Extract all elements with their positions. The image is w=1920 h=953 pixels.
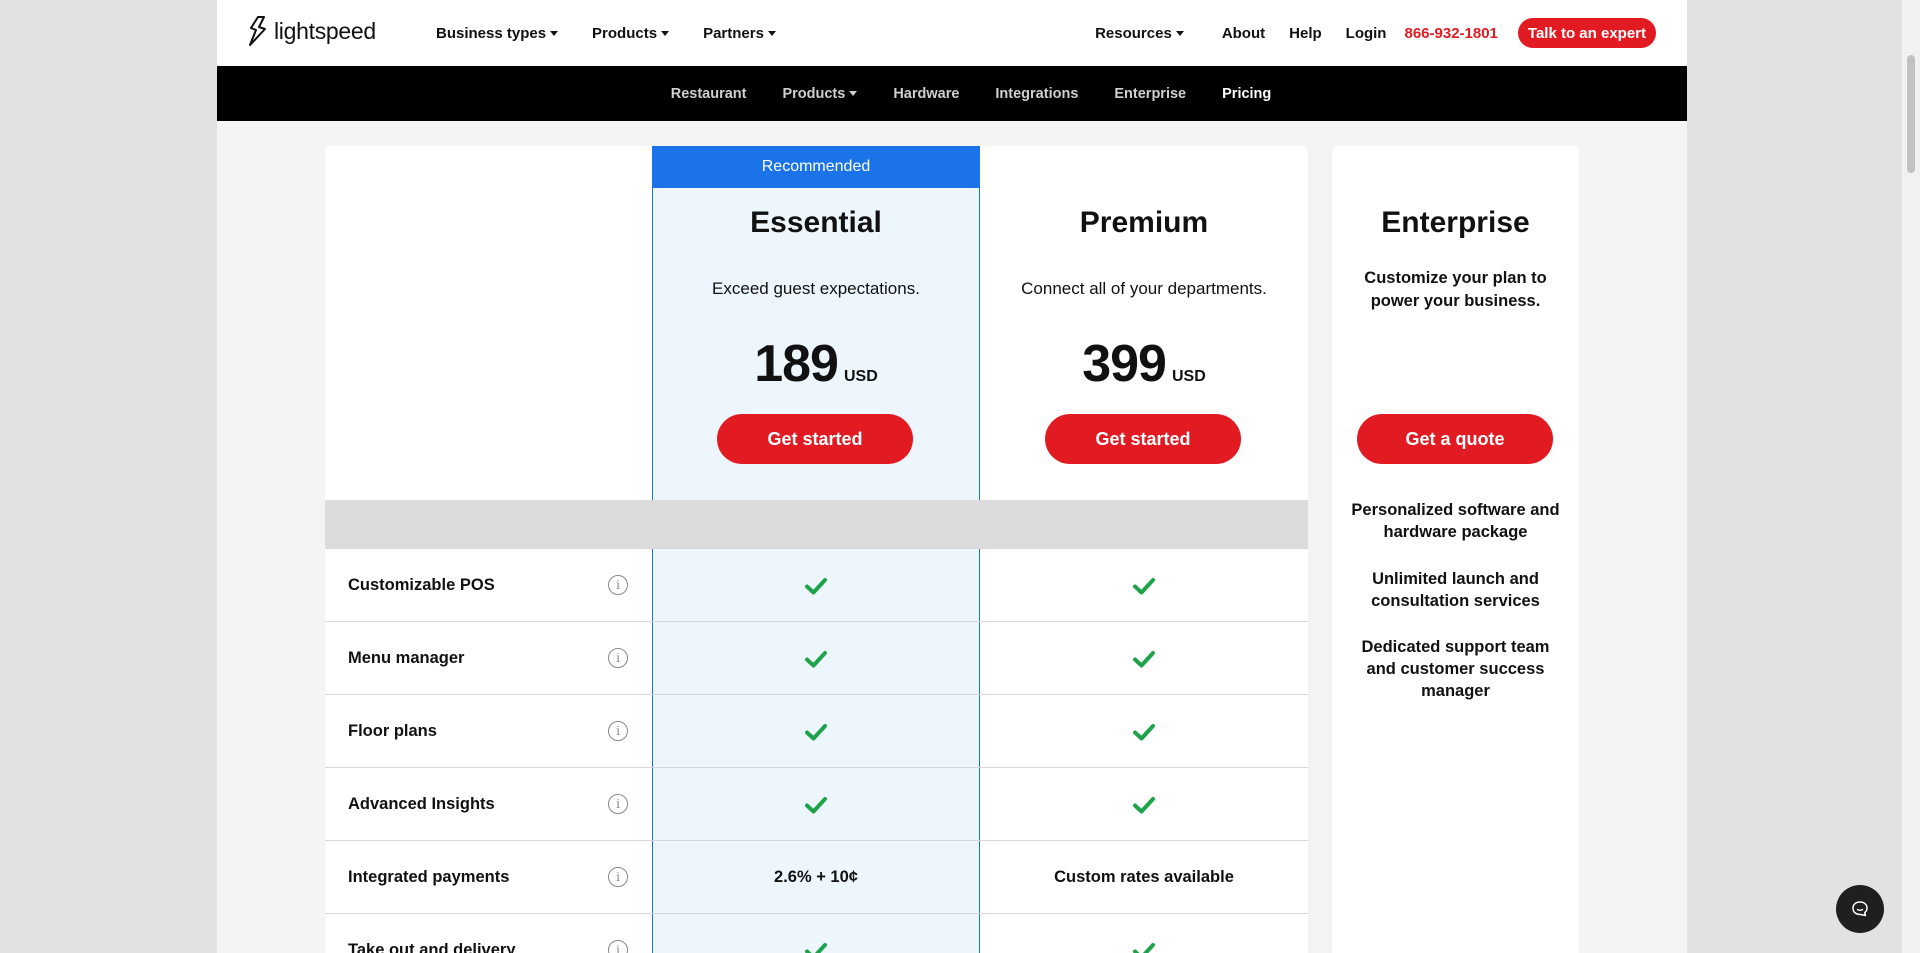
chevron-down-icon [849,91,858,96]
info-icon[interactable]: i [608,867,628,887]
check-icon [805,723,827,740]
subnav-pricing[interactable]: Pricing [1222,86,1271,102]
premium-feature-cell [980,768,1308,841]
table-row: Floor plans i [325,694,1308,767]
chevron-down-icon [550,30,559,36]
essential-plan-price: 189 USD [652,334,980,394]
premium-plan-name: Premium [1079,206,1209,239]
nav-about[interactable]: About [1222,25,1265,42]
check-icon [805,650,827,667]
nav-resources-label: Resources [1095,24,1172,42]
info-icon[interactable]: i [608,940,628,953]
enterprise-plan-name: Enterprise [1381,206,1530,239]
feature-label: Take out and delivery [348,941,516,953]
feature-label: Advanced Insights [348,795,495,813]
subnav-products[interactable]: Products [782,85,858,102]
check-icon [805,942,827,953]
check-icon [805,577,827,594]
enterprise-plan-tagline: Customize your plan to power your busine… [1364,269,1547,310]
get-a-quote-button[interactable]: Get a quote [1357,414,1553,464]
table-row: Customizable POS i [325,548,1308,621]
enterprise-card: Enterprise Customize your plan to power … [1332,146,1579,953]
secondary-nav: Resources About Help Login 866-932-1801 … [1095,0,1656,66]
pricing-table: Recommended Essential Exceed guest expec… [325,146,1308,953]
subnav-restaurant[interactable]: Restaurant [671,86,747,102]
flame-logo-icon [249,16,266,46]
enterprise-feature: Unlimited launch and consultation servic… [1371,570,1540,610]
premium-plan-tagline: Connect all of your departments. [1021,279,1267,298]
info-icon[interactable]: i [608,648,628,668]
check-icon [1133,796,1155,813]
page: lightspeed Business types Products Partn… [217,0,1687,953]
info-icon[interactable]: i [608,794,628,814]
talk-to-expert-button[interactable]: Talk to an expert [1517,18,1656,48]
premium-feature-cell: Custom rates available [1054,868,1234,886]
subnav-integrations[interactable]: Integrations [995,86,1078,102]
nav-login[interactable]: Login [1346,25,1387,42]
nav-products-label: Products [592,24,658,42]
info-icon[interactable]: i [608,575,628,595]
nav-partners[interactable]: Partners [703,25,776,42]
chevron-down-icon [1175,30,1184,36]
nav-resources[interactable]: Resources [1095,25,1184,42]
premium-feature-cell [980,695,1308,768]
essential-feature-cell [652,549,980,622]
check-icon [805,796,827,813]
nav-business-types-label: Business types [436,24,547,42]
logo-text: lightspeed [274,17,376,44]
scrollbar-thumb[interactable] [1907,55,1915,173]
essential-get-started-button[interactable]: Get started [717,414,913,464]
premium-feature-cell [980,622,1308,695]
nav-business-types[interactable]: Business types [436,24,559,42]
essential-feature-cell [652,695,980,768]
sub-nav: Restaurant Products Hardware Integration… [217,66,1687,121]
chat-icon [1852,901,1868,917]
subnav-products-label: Products [782,85,846,102]
table-row: Take out and delivery i [325,913,1308,953]
lightspeed-logo[interactable]: lightspeed [248,16,376,46]
essential-feature-cell [652,622,980,695]
nav-products[interactable]: Products [592,24,670,42]
nav-help[interactable]: Help [1289,25,1322,42]
chat-launcher-button[interactable] [1836,885,1884,933]
feature-label: Customizable POS [348,576,495,594]
premium-price-currency: USD [1171,368,1206,385]
premium-get-started-button[interactable]: Get started [1045,414,1241,464]
premium-feature-cell [980,549,1308,622]
check-icon [1133,577,1155,594]
enterprise-feature: Personalized software and hardware packa… [1351,501,1560,541]
enterprise-feature: Dedicated support team and customer succ… [1361,638,1550,700]
check-icon [1133,942,1155,953]
check-icon [1133,723,1155,740]
check-icon [1133,650,1155,667]
feature-label: Integrated payments [348,868,510,886]
premium-feature-cell [980,914,1308,953]
essential-plan-name: Essential [750,206,882,239]
table-row: Menu manager i [325,621,1308,694]
premium-plan-price: 399 USD [980,334,1308,394]
essential-feature-cell [652,768,980,841]
essential-feature-cell [652,914,980,953]
table-row: Integrated payments i 2.6% + 10¢ Custom rat… [325,840,1308,913]
info-icon[interactable]: i [608,721,628,741]
subnav-enterprise[interactable]: Enterprise [1114,86,1186,102]
feature-label: Floor plans [348,722,437,740]
chevron-down-icon [767,30,776,36]
essential-feature-cell: 2.6% + 10¢ [774,868,858,886]
table-row: Advanced Insights i [325,767,1308,840]
section-divider-band [325,500,1308,548]
feature-label: Menu manager [348,649,465,667]
essential-price-amount: 189 [754,335,839,393]
subnav-hardware[interactable]: Hardware [893,86,959,102]
premium-price-amount: 399 [1082,335,1167,393]
nav-partners-label: Partners [703,24,764,42]
page-scrollbar[interactable] [1902,0,1920,953]
phone-link[interactable]: 866-932-1801 [1404,25,1497,42]
essential-plan-tagline: Exceed guest expectations. [712,279,920,298]
chevron-down-icon [661,30,670,36]
top-nav: lightspeed Business types Products Partn… [217,0,1687,66]
primary-nav: Business types Products Partners [436,0,776,66]
essential-price-currency: USD [843,368,878,385]
recommended-banner: Recommended [652,146,980,188]
